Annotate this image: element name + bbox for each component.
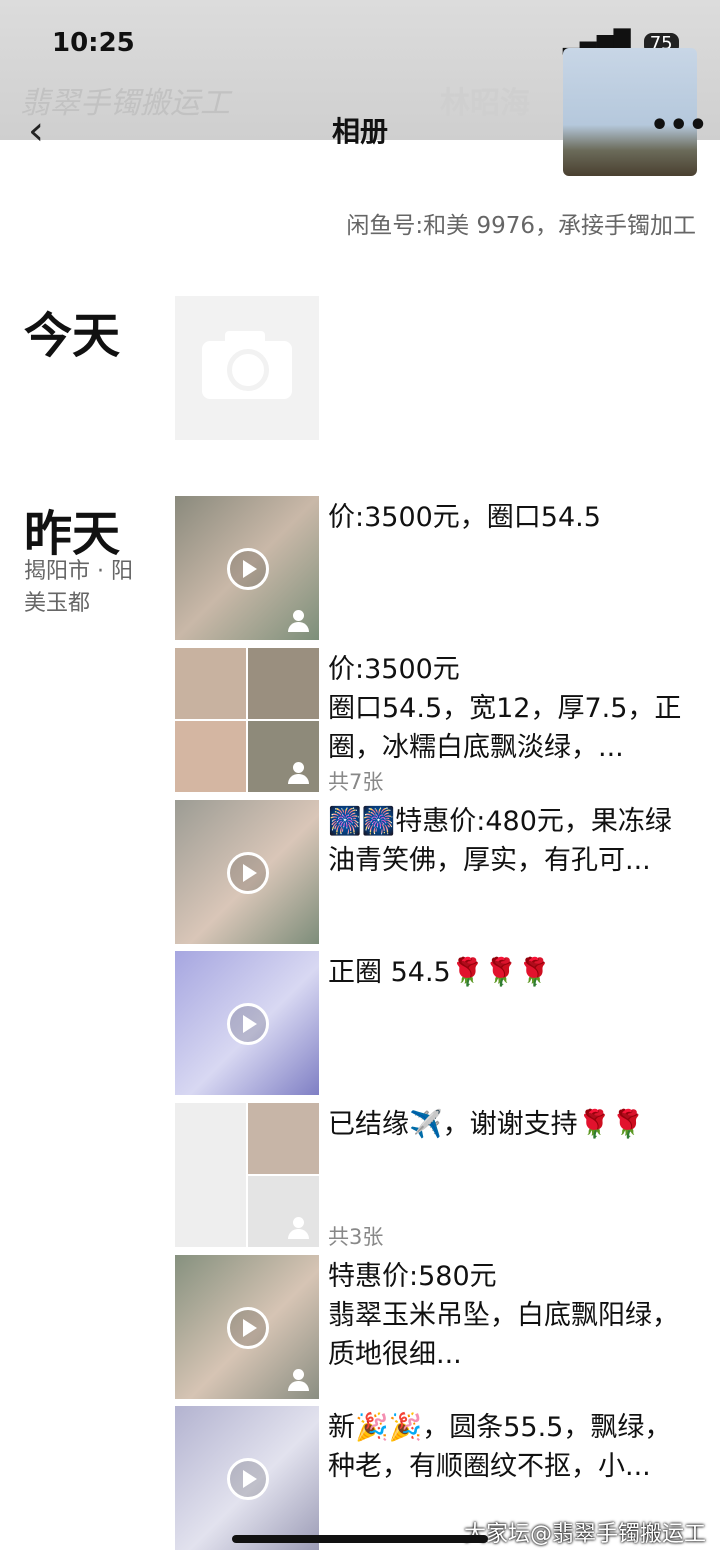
thumbnail <box>175 951 319 1095</box>
home-indicator[interactable] <box>232 1535 488 1543</box>
camera-icon[interactable] <box>175 296 319 440</box>
thumbnail-grid <box>175 648 319 792</box>
photo-count: 共7张 <box>328 770 384 794</box>
thumbnail <box>175 800 319 944</box>
post-text: 正圈 54.5🌹🌹🌹 <box>328 957 552 988</box>
post-text: 价:3500元，圈口54.5 <box>328 502 601 533</box>
people-icon <box>285 1369 311 1391</box>
play-icon <box>227 1458 269 1500</box>
page-title: 相册 <box>331 115 388 148</box>
play-icon <box>227 1307 269 1349</box>
people-icon <box>285 762 311 784</box>
play-icon <box>227 852 269 894</box>
play-icon <box>227 548 269 590</box>
photo-count: 共3张 <box>328 1225 384 1249</box>
list-item[interactable]: 正圈 54.5🌹🌹🌹 <box>175 951 695 1095</box>
post-text: 特惠价:580元 翡翠玉米吊坠，白底飘阳绿，质地很细... <box>328 1261 679 1370</box>
forum-watermark: 大家坛@翡翠手镯搬运工 <box>463 1522 706 1547</box>
post-text: 新🎉🎉，圆条55.5，飘绿，种老，有顺圈纹不抠，小... <box>328 1412 672 1482</box>
list-item[interactable]: 价:3500元，圈口54.5 <box>175 496 695 640</box>
location-label: 揭阳市 · 阳美玉都 <box>24 559 133 616</box>
list-item[interactable]: 价:3500元 圈口54.5，宽12，厚7.5，正圈，冰糯白底飘淡绿，... 共… <box>175 648 695 794</box>
play-icon <box>227 1003 269 1045</box>
list-item[interactable]: 🎆🎆特惠价:480元，果冻绿油青笑佛，厚实，有孔可... <box>175 800 695 944</box>
profile-signature: 闲鱼号:和美 9976，承接手镯加工 <box>346 213 696 239</box>
thumbnail <box>175 1406 319 1550</box>
thumbnail <box>175 496 319 640</box>
more-icon[interactable]: ••• <box>650 108 708 143</box>
nav-header: ‹ 相册 ••• <box>0 100 720 170</box>
thumbnail <box>175 1255 319 1399</box>
people-icon <box>285 1217 311 1239</box>
section-today: 今天 <box>24 308 121 364</box>
thumbnail-grid <box>175 1103 319 1247</box>
people-icon <box>285 610 311 632</box>
list-item[interactable]: 特惠价:580元 翡翠玉米吊坠，白底飘阳绿，质地很细... <box>175 1255 695 1399</box>
post-text: 已结缘✈️，谢谢支持🌹🌹 <box>328 1109 645 1140</box>
list-item[interactable]: 已结缘✈️，谢谢支持🌹🌹 共3张 <box>175 1103 695 1249</box>
post-text: 🎆🎆特惠价:480元，果冻绿油青笑佛，厚实，有孔可... <box>328 806 672 876</box>
post-text: 价:3500元 圈口54.5，宽12，厚7.5，正圈，冰糯白底飘淡绿，... <box>328 654 682 763</box>
section-yesterday: 昨天 <box>24 506 121 562</box>
status-time: 10:25 <box>52 28 135 58</box>
